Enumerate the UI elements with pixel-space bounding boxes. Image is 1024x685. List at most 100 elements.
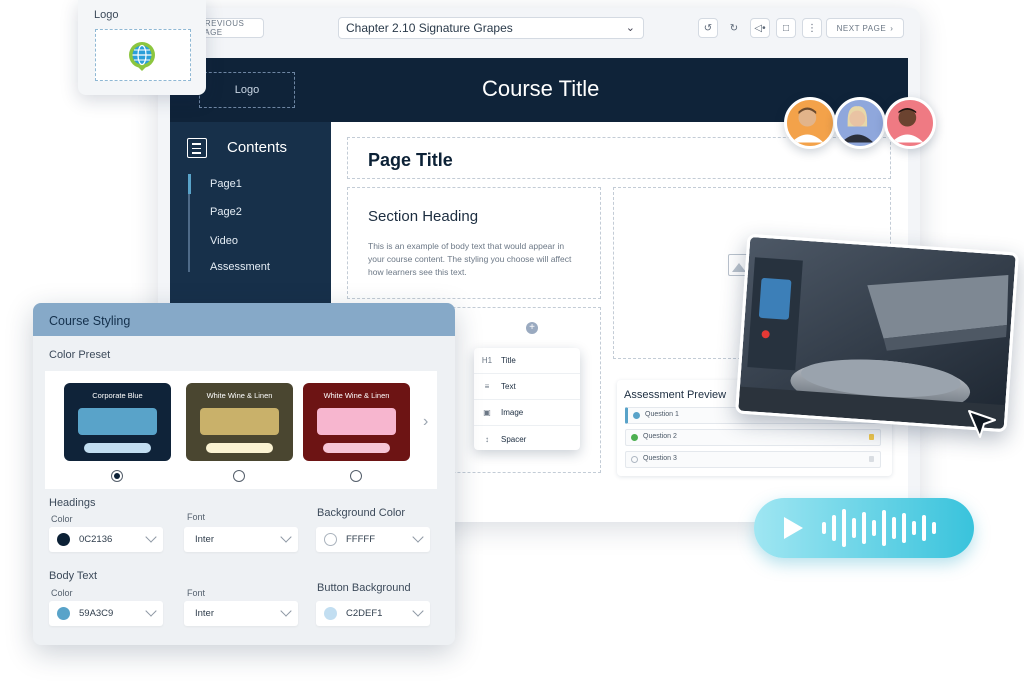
headings-font-select[interactable]: Inter xyxy=(184,527,298,552)
question-status-icon xyxy=(633,412,640,419)
next-page-label: NEXT PAGE xyxy=(836,23,887,33)
play-icon[interactable] xyxy=(784,517,803,539)
waveform-bar xyxy=(932,522,936,534)
redo-icon[interactable]: ↻ xyxy=(724,18,744,38)
waveform-bar xyxy=(872,520,876,536)
text-lines-icon: ≡ xyxy=(484,382,490,391)
contents-title: Contents xyxy=(227,139,288,156)
undo-icon[interactable]: ↺ xyxy=(698,18,718,38)
more-options-icon[interactable]: ⋮ xyxy=(802,18,822,38)
comment-icon[interactable]: □ xyxy=(776,18,796,38)
preset-radio-white-wine-linen-red[interactable] xyxy=(350,470,362,482)
flag-icon xyxy=(869,456,874,462)
background-color-value: FFFFF xyxy=(346,534,376,545)
waveform-bar xyxy=(902,513,906,543)
insert-spacer-label: Spacer xyxy=(501,434,527,444)
body-text-color-select[interactable]: 59A3C9 xyxy=(49,601,163,626)
question-status-icon xyxy=(631,456,638,463)
course-title[interactable]: Course Title xyxy=(482,76,599,102)
background-color-select[interactable]: FFFFF xyxy=(316,527,430,552)
header-logo-placeholder[interactable]: Logo xyxy=(199,72,295,108)
preset-card-white-wine-linen-red[interactable]: White Wine & Linen xyxy=(303,383,410,461)
section-block[interactable]: Section Heading This is an example of bo… xyxy=(347,187,601,299)
preset-name: White Wine & Linen xyxy=(206,391,273,400)
chevron-down-icon xyxy=(145,531,157,543)
button-background-select[interactable]: C2DEF1 xyxy=(316,601,430,626)
headings-font-label: Font xyxy=(187,512,206,522)
waveform-bar xyxy=(832,515,836,541)
heading-icon: H1 xyxy=(481,356,493,365)
preset-name: Corporate Blue xyxy=(92,391,143,400)
flag-icon xyxy=(869,434,874,440)
person-icon xyxy=(791,107,824,143)
course-styling-title: Course Styling xyxy=(49,314,131,328)
color-preset-carousel: Corporate Blue White Wine & Linen White … xyxy=(45,371,437,489)
mouse-cursor-icon xyxy=(968,410,996,438)
sidebar-item-page2[interactable]: Page2 xyxy=(210,206,242,218)
waveform-bar xyxy=(862,512,866,544)
headings-color-select[interactable]: 0C2136 xyxy=(49,527,163,552)
preset-card-white-wine-linen[interactable]: White Wine & Linen xyxy=(186,383,293,461)
chevron-right-icon: › xyxy=(890,23,894,33)
color-swatch xyxy=(324,607,337,620)
insert-text-item[interactable]: ≡ Text xyxy=(474,374,580,400)
body-text-font-label: Font xyxy=(187,588,206,598)
insert-spacer-item[interactable]: ↕ Spacer xyxy=(474,426,580,452)
question-label: Question 2 xyxy=(643,433,677,440)
collaborator-avatar[interactable] xyxy=(834,97,886,149)
color-swatch xyxy=(57,607,70,620)
waveform-bar xyxy=(922,515,926,541)
question-status-icon xyxy=(631,434,638,441)
collaborator-avatar[interactable] xyxy=(784,97,836,149)
headings-font-value: Inter xyxy=(195,534,215,545)
insert-image-item[interactable]: ▣ Image xyxy=(474,400,580,426)
chevron-down-icon xyxy=(412,605,424,617)
sidebar-item-assessment[interactable]: Assessment xyxy=(210,261,270,273)
audio-player[interactable] xyxy=(754,498,974,558)
globe-logo-icon xyxy=(129,42,155,71)
section-heading: Section Heading xyxy=(368,208,479,225)
next-page-button[interactable]: NEXT PAGE › xyxy=(826,18,904,38)
course-styling-header: Course Styling xyxy=(33,303,455,336)
chapter-select[interactable]: Chapter 2.10 Signature Grapes ⌄ xyxy=(338,17,644,39)
audio-icon[interactable]: ◁• xyxy=(750,18,770,38)
body-text-color-value: 59A3C9 xyxy=(79,608,114,619)
question-row[interactable]: Question 3 xyxy=(625,451,881,468)
button-background-value: C2DEF1 xyxy=(346,608,383,619)
headings-color-value: 0C2136 xyxy=(79,534,113,545)
sidebar-item-page1[interactable]: Page1 xyxy=(210,178,242,190)
preset-radio-white-wine-linen[interactable] xyxy=(233,470,245,482)
video-thumbnail-image xyxy=(738,236,1016,430)
logo-card-label: Logo xyxy=(94,9,119,21)
waveform-bar xyxy=(912,521,916,535)
assessment-preview-title: Assessment Preview xyxy=(624,389,727,401)
course-styling-panel: Course Styling Color Preset Corporate Bl… xyxy=(33,303,455,645)
spacer-icon: ↕ xyxy=(485,434,489,444)
insert-title-label: Title xyxy=(501,356,516,365)
logo-drop-zone[interactable] xyxy=(95,29,191,81)
person-icon xyxy=(891,107,924,143)
preset-card-corporate-blue[interactable]: Corporate Blue xyxy=(64,383,171,461)
preset-button-swatch xyxy=(323,443,390,453)
chevron-down-icon xyxy=(280,605,292,617)
chevron-down-icon xyxy=(412,531,424,543)
collaborator-avatar[interactable] xyxy=(884,97,936,149)
chevron-down-icon xyxy=(280,531,292,543)
video-preview-card[interactable] xyxy=(735,233,1019,433)
body-text-title: Body Text xyxy=(49,570,98,582)
chevron-right-icon[interactable]: › xyxy=(423,413,428,431)
preset-button-swatch xyxy=(84,443,151,453)
preset-radio-corporate-blue[interactable] xyxy=(111,470,123,482)
nav-rail-active-indicator xyxy=(188,174,191,194)
previous-page-button[interactable]: PREVIOUS PAGE xyxy=(198,18,264,38)
add-block-icon[interactable]: + xyxy=(526,322,538,334)
question-row[interactable]: Question 2 xyxy=(625,429,881,446)
button-background-title: Button Background xyxy=(317,582,411,594)
person-icon xyxy=(841,106,874,143)
body-text-font-select[interactable]: Inter xyxy=(184,601,298,626)
question-label: Question 1 xyxy=(645,411,679,418)
sidebar-item-video[interactable]: Video xyxy=(210,235,238,247)
headings-color-label: Color xyxy=(51,514,73,524)
insert-title-item[interactable]: H1 Title xyxy=(474,348,580,374)
body-text-color-label: Color xyxy=(51,588,73,598)
